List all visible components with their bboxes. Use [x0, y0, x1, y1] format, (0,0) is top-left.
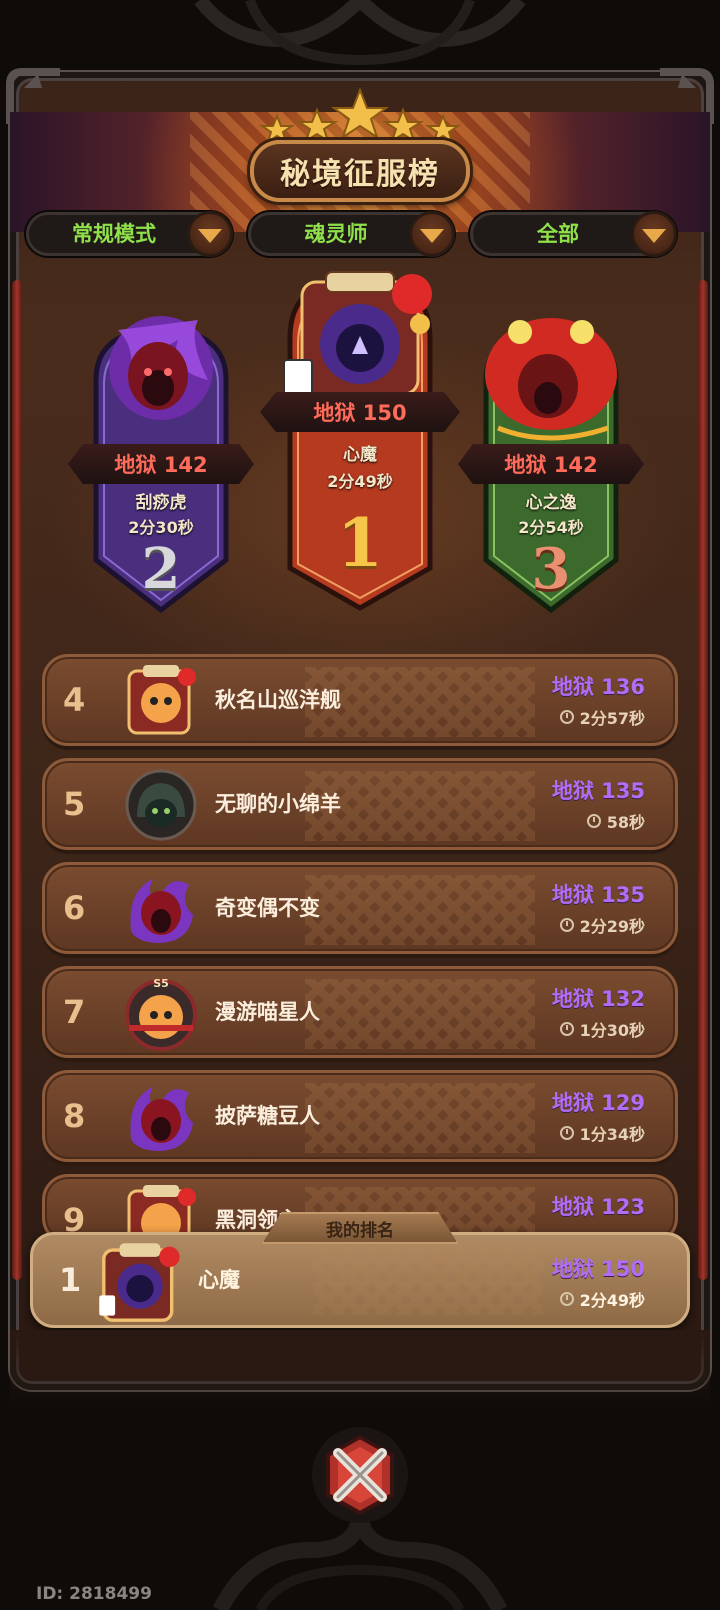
my-rank-tab: 我的排名 — [262, 1212, 458, 1244]
scope-filter-arrow[interactable] — [631, 211, 677, 257]
podium-rank-number-3: 3 — [531, 536, 571, 602]
podium-time-1: 2分49秒 — [327, 472, 393, 491]
chevron-down-icon — [642, 228, 666, 243]
podium-score-2: 地狱 142 — [68, 444, 254, 484]
page-title-plate: 秘境征服榜 — [250, 140, 470, 202]
clock-icon — [559, 710, 574, 724]
scope-filter-dropdown[interactable]: 全部 — [470, 211, 677, 257]
page-title: 秘境征服榜 — [280, 157, 440, 192]
s5-cat-avatar-icon: S5 — [125, 977, 197, 1051]
row-time: 1分34秒 — [559, 1121, 645, 1145]
circus-cat-avatar-icon — [127, 665, 196, 735]
hooded-cat-avatar-icon — [125, 769, 197, 841]
row-rank: 8 — [63, 1097, 86, 1135]
svg-text:S5: S5 — [153, 977, 169, 990]
row-player-name: 披萨糖豆人 — [215, 1104, 320, 1128]
row-rank: 7 — [63, 993, 86, 1031]
podium-time-2: 2分30秒 — [128, 518, 194, 537]
row-score: 地狱 129 — [551, 1091, 645, 1115]
podium-score-3: 地狱 142 — [458, 444, 644, 484]
class-filter-arrow[interactable] — [409, 211, 455, 257]
class-filter-dropdown[interactable]: 魂灵师 — [248, 211, 455, 257]
podium-rank-2[interactable]: 地狱 142 刮痧虎 2分30秒 2 — [68, 310, 254, 626]
my-rank-number: 1 — [59, 1261, 82, 1299]
player-id: ID: 2818499 — [36, 1584, 152, 1604]
list-item-rank-4[interactable]: 4 秋名山巡洋舰 地狱 136 2分57秒 — [42, 654, 678, 746]
clock-icon — [586, 814, 601, 828]
close-icon[interactable] — [310, 1425, 410, 1525]
row-player-name: 奇变偶不变 — [215, 896, 320, 920]
my-rank-row[interactable]: 1 心魔 地狱 150 2分49秒 — [30, 1232, 690, 1328]
podium-rank-number-2: 2 — [141, 536, 181, 602]
demon-flame-avatar-icon — [130, 879, 193, 943]
scope-filter-label: 全部 — [537, 222, 579, 246]
chevron-down-icon — [198, 228, 222, 243]
list-item-rank-7[interactable]: 7 S5 漫游喵星人 地狱 132 1分30秒 — [42, 966, 678, 1058]
row-time: 2分57秒 — [559, 705, 645, 729]
row-score: 地狱 132 — [551, 987, 645, 1011]
row-player-name: 秋名山巡洋舰 — [215, 688, 341, 712]
chevron-down-icon — [420, 228, 444, 243]
my-time: 2分49秒 — [559, 1287, 645, 1311]
podium-time-3: 2分54秒 — [518, 518, 584, 537]
clock-icon — [559, 918, 574, 932]
my-player-name: 心魔 — [198, 1268, 240, 1292]
row-time: 1分30秒 — [559, 1017, 645, 1041]
class-filter-label: 魂灵师 — [304, 222, 368, 246]
clock-icon — [559, 1126, 574, 1140]
podium-rank-3[interactable]: 地狱 142 心之逸 2分54秒 3 — [458, 310, 644, 626]
podium-rank-1[interactable]: 地狱 150 心魔 2分49秒 1 — [260, 268, 460, 620]
row-time: 2分29秒 — [559, 913, 645, 937]
my-score: 地狱 150 — [551, 1257, 645, 1281]
left-rail — [12, 280, 22, 1280]
row-rank: 6 — [63, 889, 86, 927]
top-ornament — [194, 0, 526, 66]
clock-icon — [559, 1292, 574, 1306]
podium-rank-number-1: 1 — [337, 504, 383, 582]
row-rank: 4 — [63, 681, 86, 719]
row-rank: 5 — [63, 785, 86, 823]
row-time: 58秒 — [586, 809, 645, 833]
row-score: 地狱 123 — [551, 1195, 645, 1219]
row-score: 地狱 135 — [551, 779, 645, 803]
list-item-rank-6[interactable]: 6 奇变偶不变 地狱 135 2分29秒 — [42, 862, 678, 954]
row-score: 地狱 135 — [551, 883, 645, 907]
mode-filter-label: 常规模式 — [72, 222, 156, 246]
mode-filter-arrow[interactable] — [187, 211, 233, 257]
clock-icon — [559, 1022, 574, 1036]
podium-name-3: 心之逸 — [525, 493, 577, 513]
mode-filter-dropdown[interactable]: 常规模式 — [26, 211, 233, 257]
list-item-rank-5[interactable]: 5 无聊的小绵羊 地狱 135 58秒 — [42, 758, 678, 850]
podium-score-1: 地狱 150 — [260, 392, 460, 432]
right-rail — [698, 280, 708, 1280]
list-item-rank-8[interactable]: 8 披萨糖豆人 地狱 129 1分34秒 — [42, 1070, 678, 1162]
rating-stars — [258, 87, 462, 142]
podium-name-2: 刮痧虎 — [135, 493, 187, 513]
demon-flame-avatar-icon — [130, 1087, 193, 1151]
row-player-name: 无聊的小绵羊 — [215, 792, 341, 816]
circus-portrait-avatar-icon — [99, 1243, 180, 1322]
row-player-name: 漫游喵星人 — [215, 1000, 320, 1024]
row-score: 地狱 136 — [551, 675, 645, 699]
podium-name-1: 心魔 — [343, 445, 377, 465]
